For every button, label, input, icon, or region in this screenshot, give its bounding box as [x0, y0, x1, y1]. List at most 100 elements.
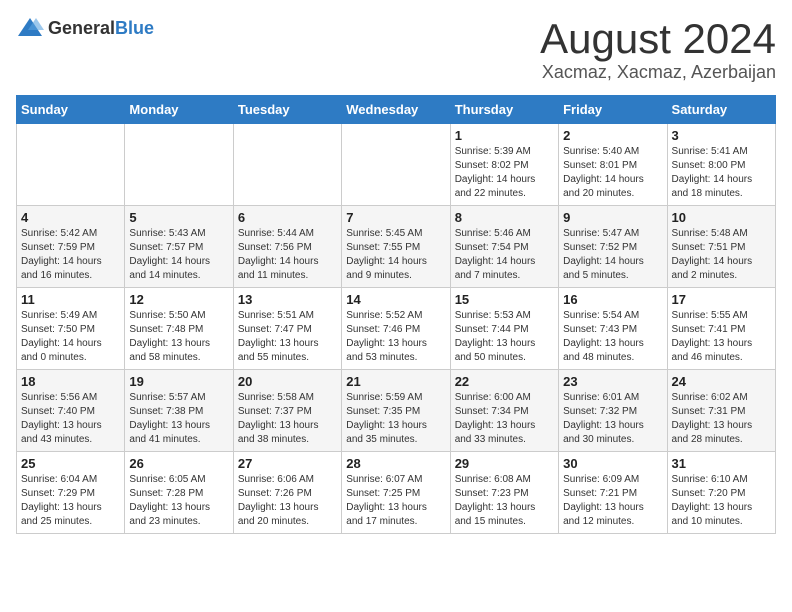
calendar-cell: 6 Sunrise: 5:44 AM Sunset: 7:56 PM Daylig… [233, 206, 341, 288]
weekday-header-monday: Monday [125, 96, 233, 124]
calendar-cell: 20 Sunrise: 5:58 AM Sunset: 7:37 PM Dayli… [233, 370, 341, 452]
logo-icon [16, 16, 44, 40]
day-number: 13 [238, 292, 337, 307]
day-number: 3 [672, 128, 771, 143]
day-number: 19 [129, 374, 228, 389]
calendar-week-row: 25 Sunrise: 6:04 AM Sunset: 7:29 PM Dayli… [17, 452, 776, 534]
calendar-cell: 26 Sunrise: 6:05 AM Sunset: 7:28 PM Dayli… [125, 452, 233, 534]
calendar-cell: 15Sunrise: 5:53 AM Sunset: 7:44 PM Dayli… [450, 288, 558, 370]
day-number: 5 [129, 210, 228, 225]
day-info: Sunrise: 6:09 AM Sunset: 7:21 PM Dayligh… [563, 473, 662, 529]
day-number: 8 [455, 210, 554, 225]
weekday-header-tuesday: Tuesday [233, 96, 341, 124]
day-number: 26 [129, 456, 228, 471]
calendar-week-row: 11 Sunrise: 5:49 AM Sunset: 7:50 PM Dayli… [17, 288, 776, 370]
calendar-cell: 31Sunrise: 6:10 AM Sunset: 7:20 PM Dayli… [667, 452, 775, 534]
day-info: Sunrise: 6:02 AM Sunset: 7:31 PM Dayligh… [672, 391, 771, 447]
weekday-header-saturday: Saturday [667, 96, 775, 124]
day-number: 30 [563, 456, 662, 471]
location-subtitle: Xacmaz, Xacmaz, Azerbaijan [540, 62, 776, 83]
calendar-cell: 11 Sunrise: 5:49 AM Sunset: 7:50 PM Dayli… [17, 288, 125, 370]
day-info: Sunrise: 6:01 AM Sunset: 7:32 PM Dayligh… [563, 391, 662, 447]
day-number: 16 [563, 292, 662, 307]
day-info: Sunrise: 6:04 AM Sunset: 7:29 PM Dayligh… [21, 473, 120, 529]
calendar-cell: 12 Sunrise: 5:50 AM Sunset: 7:48 PM Dayli… [125, 288, 233, 370]
day-info: Sunrise: 6:05 AM Sunset: 7:28 PM Dayligh… [129, 473, 228, 529]
day-number: 17 [672, 292, 771, 307]
day-number: 15 [455, 292, 554, 307]
calendar-week-row: 4 Sunrise: 5:42 AM Sunset: 7:59 PM Daylig… [17, 206, 776, 288]
calendar-cell: 3 Sunrise: 5:41 AM Sunset: 8:00 PM Daylig… [667, 124, 775, 206]
day-number: 20 [238, 374, 337, 389]
calendar-cell [17, 124, 125, 206]
day-info: Sunrise: 5:58 AM Sunset: 7:37 PM Dayligh… [238, 391, 337, 447]
calendar-cell: 29 Sunrise: 6:08 AM Sunset: 7:23 PM Dayli… [450, 452, 558, 534]
logo: GeneralBlue [16, 16, 154, 40]
calendar-cell [125, 124, 233, 206]
calendar-cell: 28Sunrise: 6:07 AM Sunset: 7:25 PM Dayli… [342, 452, 450, 534]
day-info: Sunrise: 5:43 AM Sunset: 7:57 PM Dayligh… [129, 227, 228, 283]
calendar-cell: 1Sunrise: 5:39 AM Sunset: 8:02 PM Daylig… [450, 124, 558, 206]
calendar-cell: 23 Sunrise: 6:01 AM Sunset: 7:32 PM Dayli… [559, 370, 667, 452]
day-number: 23 [563, 374, 662, 389]
day-number: 14 [346, 292, 445, 307]
calendar-cell: 16 Sunrise: 5:54 AM Sunset: 7:43 PM Dayli… [559, 288, 667, 370]
calendar-cell: 9Sunrise: 5:47 AM Sunset: 7:52 PM Daylig… [559, 206, 667, 288]
day-info: Sunrise: 5:46 AM Sunset: 7:54 PM Dayligh… [455, 227, 554, 283]
calendar-cell: 19 Sunrise: 5:57 AM Sunset: 7:38 PM Dayli… [125, 370, 233, 452]
day-info: Sunrise: 5:47 AM Sunset: 7:52 PM Dayligh… [563, 227, 662, 283]
day-number: 12 [129, 292, 228, 307]
day-info: Sunrise: 5:54 AM Sunset: 7:43 PM Dayligh… [563, 309, 662, 365]
day-info: Sunrise: 5:48 AM Sunset: 7:51 PM Dayligh… [672, 227, 771, 283]
day-info: Sunrise: 5:56 AM Sunset: 7:40 PM Dayligh… [21, 391, 120, 447]
calendar-cell: 27 Sunrise: 6:06 AM Sunset: 7:26 PM Dayli… [233, 452, 341, 534]
day-number: 24 [672, 374, 771, 389]
day-info: Sunrise: 5:44 AM Sunset: 7:56 PM Dayligh… [238, 227, 337, 283]
day-number: 11 [21, 292, 120, 307]
month-title: August 2024 [540, 16, 776, 62]
logo-text-blue: Blue [115, 18, 154, 38]
calendar-cell: 18Sunrise: 5:56 AM Sunset: 7:40 PM Dayli… [17, 370, 125, 452]
day-number: 6 [238, 210, 337, 225]
day-info: Sunrise: 5:39 AM Sunset: 8:02 PM Dayligh… [455, 145, 554, 201]
day-number: 4 [21, 210, 120, 225]
day-info: Sunrise: 5:41 AM Sunset: 8:00 PM Dayligh… [672, 145, 771, 201]
calendar-week-row: 1Sunrise: 5:39 AM Sunset: 8:02 PM Daylig… [17, 124, 776, 206]
day-number: 2 [563, 128, 662, 143]
page-header: GeneralBlue August 2024 Xacmaz, Xacmaz, … [16, 16, 776, 83]
day-number: 10 [672, 210, 771, 225]
day-info: Sunrise: 5:51 AM Sunset: 7:47 PM Dayligh… [238, 309, 337, 365]
day-number: 21 [346, 374, 445, 389]
calendar-cell: 8 Sunrise: 5:46 AM Sunset: 7:54 PM Daylig… [450, 206, 558, 288]
calendar-cell [342, 124, 450, 206]
weekday-header-friday: Friday [559, 96, 667, 124]
day-number: 29 [455, 456, 554, 471]
day-info: Sunrise: 6:08 AM Sunset: 7:23 PM Dayligh… [455, 473, 554, 529]
calendar-cell: 24 Sunrise: 6:02 AM Sunset: 7:31 PM Dayli… [667, 370, 775, 452]
day-info: Sunrise: 5:52 AM Sunset: 7:46 PM Dayligh… [346, 309, 445, 365]
day-info: Sunrise: 5:50 AM Sunset: 7:48 PM Dayligh… [129, 309, 228, 365]
day-info: Sunrise: 5:42 AM Sunset: 7:59 PM Dayligh… [21, 227, 120, 283]
day-info: Sunrise: 6:06 AM Sunset: 7:26 PM Dayligh… [238, 473, 337, 529]
title-section: August 2024 Xacmaz, Xacmaz, Azerbaijan [540, 16, 776, 83]
day-number: 27 [238, 456, 337, 471]
calendar-cell: 13 Sunrise: 5:51 AM Sunset: 7:47 PM Dayli… [233, 288, 341, 370]
day-number: 22 [455, 374, 554, 389]
calendar-cell: 22 Sunrise: 6:00 AM Sunset: 7:34 PM Dayli… [450, 370, 558, 452]
calendar-cell: 17 Sunrise: 5:55 AM Sunset: 7:41 PM Dayli… [667, 288, 775, 370]
day-info: Sunrise: 5:55 AM Sunset: 7:41 PM Dayligh… [672, 309, 771, 365]
calendar-cell: 4 Sunrise: 5:42 AM Sunset: 7:59 PM Daylig… [17, 206, 125, 288]
calendar-cell [233, 124, 341, 206]
weekday-header-wednesday: Wednesday [342, 96, 450, 124]
day-info: Sunrise: 5:49 AM Sunset: 7:50 PM Dayligh… [21, 309, 120, 365]
calendar-cell: 2Sunrise: 5:40 AM Sunset: 8:01 PM Daylig… [559, 124, 667, 206]
day-info: Sunrise: 6:07 AM Sunset: 7:25 PM Dayligh… [346, 473, 445, 529]
calendar-header-row: SundayMondayTuesdayWednesdayThursdayFrid… [17, 96, 776, 124]
day-info: Sunrise: 5:57 AM Sunset: 7:38 PM Dayligh… [129, 391, 228, 447]
day-info: Sunrise: 6:00 AM Sunset: 7:34 PM Dayligh… [455, 391, 554, 447]
weekday-header-sunday: Sunday [17, 96, 125, 124]
day-number: 25 [21, 456, 120, 471]
day-info: Sunrise: 5:59 AM Sunset: 7:35 PM Dayligh… [346, 391, 445, 447]
calendar-cell: 21 Sunrise: 5:59 AM Sunset: 7:35 PM Dayli… [342, 370, 450, 452]
calendar-cell: 5 Sunrise: 5:43 AM Sunset: 7:57 PM Daylig… [125, 206, 233, 288]
